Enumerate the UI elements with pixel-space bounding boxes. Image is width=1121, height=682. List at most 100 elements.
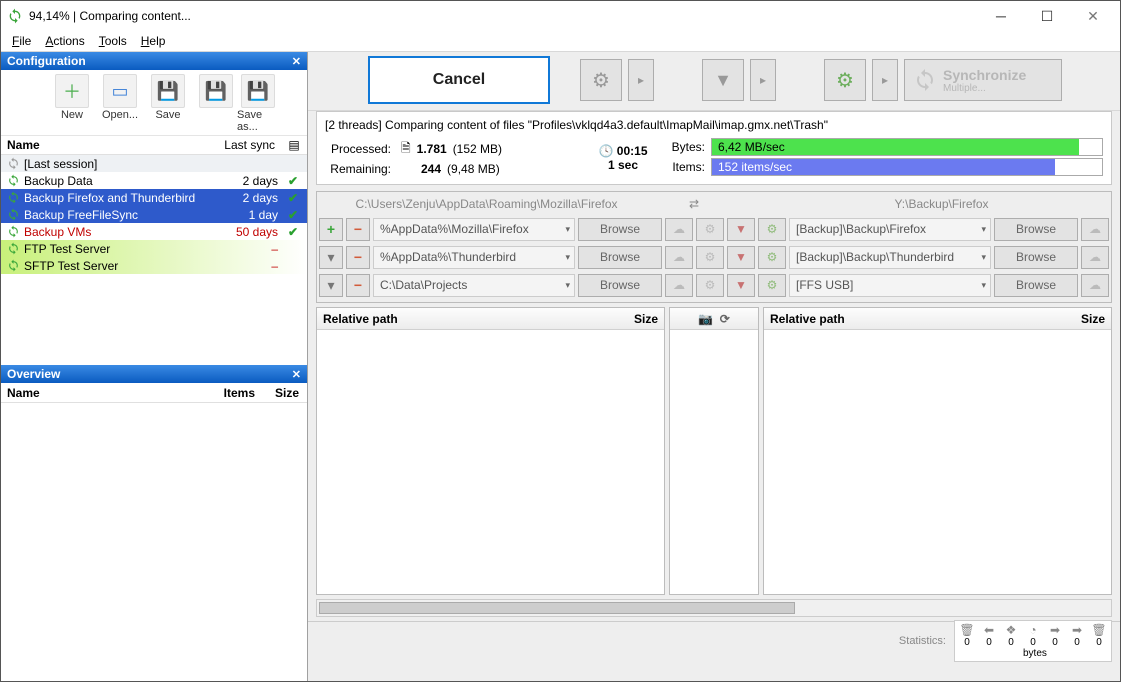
- cloud-right-icon[interactable]: ☁: [1081, 246, 1109, 269]
- new-button[interactable]: ＋ New: [51, 74, 93, 133]
- col-lastsync[interactable]: Last sync: [203, 136, 281, 154]
- config-name: Backup Data: [22, 174, 228, 188]
- remove-pair-button[interactable]: −: [346, 218, 370, 241]
- config-name: FTP Test Server: [22, 242, 228, 256]
- status-box: [2 threads] Comparing content of files "…: [316, 111, 1112, 185]
- pair-filter-icon[interactable]: ▼: [727, 274, 755, 297]
- col-name[interactable]: Name: [1, 136, 203, 154]
- chevron-right-icon: ▸: [760, 73, 766, 87]
- action-bar: Cancel ⚙ ▸ ▼ ▸ ⚙ ▸ SynchronizeMultiple..…: [308, 52, 1120, 111]
- pair-filter-icon[interactable]: ▼: [727, 218, 755, 241]
- pair-sync-icon[interactable]: ⚙: [758, 246, 786, 269]
- col-view-icon[interactable]: ▤: [281, 136, 307, 154]
- config-row[interactable]: Backup Data2 days✔: [1, 172, 307, 189]
- left-path-input[interactable]: %AppData%\Thunderbird▾: [373, 246, 575, 269]
- browse-right-button[interactable]: Browse: [994, 246, 1078, 269]
- add-pair-button[interactable]: +: [319, 218, 343, 241]
- ov-col-items[interactable]: Items: [205, 384, 261, 402]
- cloud-right-icon[interactable]: ☁: [1081, 218, 1109, 241]
- swap-button[interactable]: ⇄: [654, 197, 734, 211]
- config-row[interactable]: FTP Test Server–: [1, 240, 307, 257]
- configuration-close-icon[interactable]: ✕: [292, 55, 301, 68]
- right-path-input[interactable]: [Backup]\Backup\Firefox▾: [789, 218, 991, 241]
- filter-dropdown[interactable]: ▸: [750, 59, 776, 101]
- filter-button[interactable]: ▼: [702, 59, 744, 101]
- config-row[interactable]: [Last session]: [1, 155, 307, 172]
- pair-dropdown[interactable]: ▾: [319, 274, 343, 297]
- remaining-label: Remaining:: [325, 162, 391, 176]
- menu-help[interactable]: Help: [134, 32, 173, 50]
- browse-right-button[interactable]: Browse: [994, 218, 1078, 241]
- stat-cell: ◔0 bytes: [1023, 623, 1043, 659]
- browse-right-button[interactable]: Browse: [994, 274, 1078, 297]
- pair-compare-icon[interactable]: ⚙: [696, 218, 724, 241]
- save-button[interactable]: 💾 Save: [147, 74, 189, 133]
- config-row[interactable]: SFTP Test Server–: [1, 257, 307, 274]
- sync-settings-button[interactable]: ⚙: [824, 59, 866, 101]
- config-lastsync: 50 days: [228, 225, 282, 239]
- left-path-input[interactable]: C:\Data\Projects▾: [373, 274, 575, 297]
- camera-icon[interactable]: 📷: [698, 312, 713, 326]
- pair-compare-icon[interactable]: ⚙: [696, 274, 724, 297]
- browse-left-button[interactable]: Browse: [578, 218, 662, 241]
- cloud-left-icon[interactable]: ☁: [665, 218, 693, 241]
- menu-tools[interactable]: Tools: [92, 32, 134, 50]
- config-row[interactable]: Backup VMs50 days✔: [1, 223, 307, 240]
- cancel-button[interactable]: Cancel: [368, 56, 550, 104]
- stat-cell: ⬅0: [979, 623, 999, 659]
- pair-compare-icon[interactable]: ⚙: [696, 246, 724, 269]
- clock-icon: 🕓: [599, 144, 614, 158]
- remaining-count: 244: [421, 162, 441, 176]
- stat-cell: ➡0: [1045, 623, 1065, 659]
- refresh-icon[interactable]: ⟳: [720, 312, 730, 326]
- sync-dropdown[interactable]: ▸: [872, 59, 898, 101]
- pair-filter-icon[interactable]: ▼: [727, 246, 755, 269]
- saveas-sync-button[interactable]: 💾: [195, 74, 237, 133]
- titlebar: 94,14% | Comparing content... ─ ☐ ✕: [1, 1, 1120, 31]
- open-button[interactable]: ▭ Open...: [99, 74, 141, 133]
- cloud-right-icon[interactable]: ☁: [1081, 274, 1109, 297]
- right-path-input[interactable]: [FFS USB]▾: [789, 274, 991, 297]
- pair-dropdown[interactable]: ▾: [319, 246, 343, 269]
- ov-col-size[interactable]: Size: [261, 384, 307, 402]
- pair-sync-icon[interactable]: ⚙: [758, 218, 786, 241]
- menu-actions[interactable]: Actions: [38, 32, 91, 50]
- check-icon: ✔: [282, 191, 304, 205]
- open-icon: ▭: [111, 81, 128, 102]
- browse-left-button[interactable]: Browse: [578, 246, 662, 269]
- config-row[interactable]: Backup Firefox and Thunderbird2 days✔: [1, 189, 307, 206]
- saveas-batch-button[interactable]: 💾 Save as...: [237, 74, 279, 133]
- compare-dropdown[interactable]: ▸: [628, 59, 654, 101]
- gear-icon: ⚙: [592, 68, 610, 93]
- minimize-button[interactable]: ─: [978, 1, 1024, 31]
- left-path-input[interactable]: %AppData%\Mozilla\Firefox▾: [373, 218, 575, 241]
- browse-left-button[interactable]: Browse: [578, 274, 662, 297]
- maximize-button[interactable]: ☐: [1024, 1, 1070, 31]
- pair-sync-icon[interactable]: ⚙: [758, 274, 786, 297]
- overview-close-icon[interactable]: ✕: [292, 368, 301, 381]
- remove-pair-button[interactable]: −: [346, 274, 370, 297]
- ov-col-name[interactable]: Name: [1, 384, 205, 402]
- col-size-right[interactable]: Size: [1051, 310, 1111, 328]
- config-row[interactable]: Backup FreeFileSync1 day✔: [1, 206, 307, 223]
- config-name: [Last session]: [22, 157, 228, 171]
- horizontal-scrollbar[interactable]: [316, 599, 1112, 617]
- col-relpath-right[interactable]: Relative path: [764, 310, 1051, 328]
- compare-settings-button[interactable]: ⚙: [580, 59, 622, 101]
- overview-columns: Name Items Size: [1, 383, 307, 403]
- config-icon: [4, 225, 22, 238]
- col-size-left[interactable]: Size: [604, 310, 664, 328]
- close-button[interactable]: ✕: [1070, 1, 1116, 31]
- processed-label: Processed:: [325, 142, 391, 156]
- cloud-left-icon[interactable]: ☁: [665, 246, 693, 269]
- menu-file[interactable]: File: [5, 32, 38, 50]
- col-relpath-left[interactable]: Relative path: [317, 310, 604, 328]
- right-path-input[interactable]: [Backup]\Backup\Thunderbird▾: [789, 246, 991, 269]
- cloud-left-icon[interactable]: ☁: [665, 274, 693, 297]
- remove-pair-button[interactable]: −: [346, 246, 370, 269]
- file-icon: 🗎: [401, 139, 411, 160]
- config-icon: [4, 191, 22, 204]
- save-icon: 💾: [157, 81, 179, 102]
- synchronize-button[interactable]: SynchronizeMultiple...: [904, 59, 1062, 101]
- overview-header: Overview ✕: [1, 365, 307, 383]
